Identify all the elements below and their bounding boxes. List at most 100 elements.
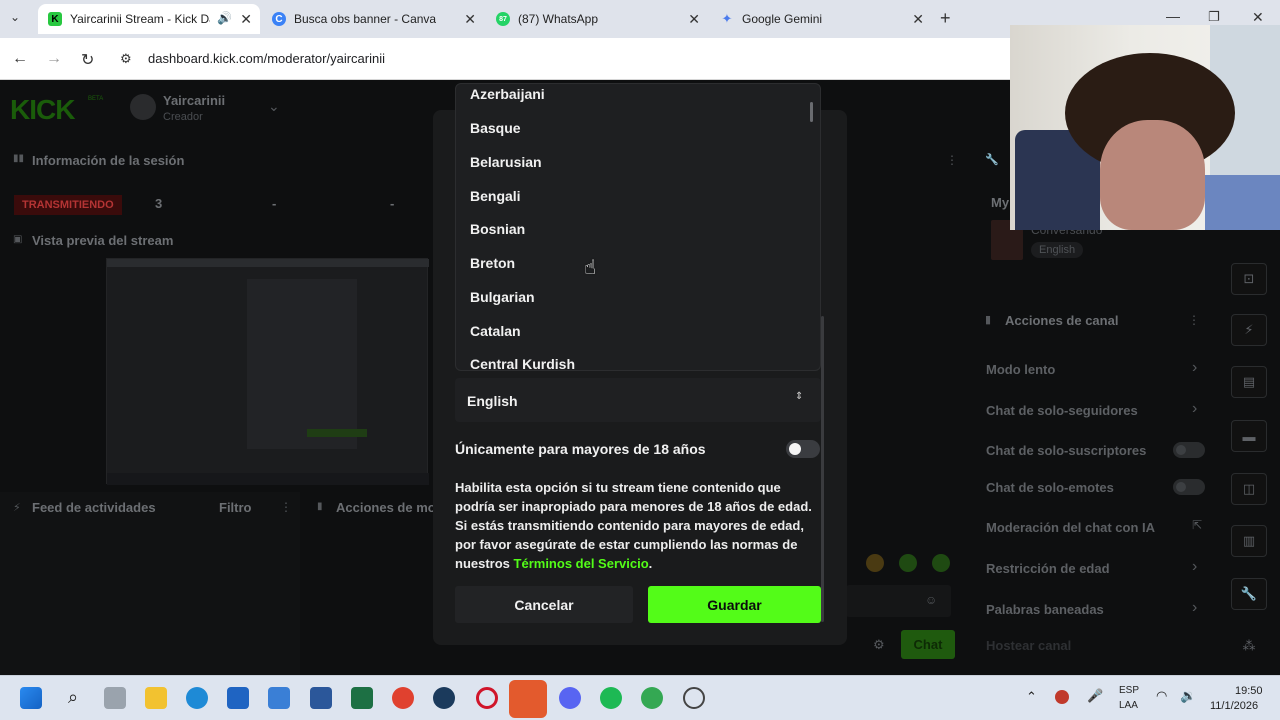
language-option[interactable]: Azerbaijani [470, 86, 545, 102]
dropdown-scrollbar[interactable] [810, 102, 813, 122]
clock-time[interactable]: 19:50 [1235, 685, 1263, 697]
emote-icon[interactable] [866, 554, 884, 572]
outlook-icon[interactable] [227, 687, 249, 709]
language-dropdown-list[interactable]: Azerbaijani Basque Belarusian Bengali Bo… [455, 83, 821, 371]
speaker-icon[interactable]: 🔊 [217, 11, 232, 25]
chat-bubble-icon[interactable]: ▬ [1231, 420, 1267, 452]
language-option[interactable]: Bosnian [470, 221, 525, 237]
subscribers-only-toggle[interactable] [1173, 442, 1205, 458]
external-link-icon[interactable]: ⇱ [1192, 518, 1202, 532]
chrome-icon[interactable] [392, 687, 414, 709]
action-age-restriction[interactable]: Restricción de edad [986, 561, 1110, 576]
restore-button[interactable]: ❐ [1208, 9, 1220, 25]
language-option[interactable]: Basque [470, 120, 521, 136]
feed-filter-button[interactable]: Filtro [219, 500, 252, 515]
action-emotes-only[interactable]: Chat de solo-emotes [986, 480, 1114, 495]
action-ai-moderation[interactable]: Moderación del chat con IA [986, 520, 1155, 535]
cancel-button[interactable]: Cancelar [455, 586, 633, 623]
feed-menu-icon[interactable]: ⋮ [280, 500, 292, 514]
save-button[interactable]: Guardar [648, 586, 821, 623]
excel-icon[interactable] [351, 687, 373, 709]
windows-taskbar: ⌕ ⌃ 🎤 ESP LAA ◠ 🔉 19:50 11/1/2026 [0, 675, 1280, 720]
terms-of-service-link[interactable]: Términos del Servicio [514, 556, 649, 571]
clock-date[interactable]: 11/1/2026 [1210, 700, 1258, 712]
toggle-knob [789, 443, 801, 455]
close-tab-icon[interactable]: ✕ [912, 11, 924, 28]
language-option[interactable]: Breton [470, 255, 515, 271]
tab-whatsapp[interactable]: 87 (87) WhatsApp ✕ [486, 4, 708, 34]
chevron-right-icon[interactable]: › [1192, 558, 1197, 576]
chrome-profile-icon[interactable] [641, 687, 663, 709]
chat-send-button[interactable]: Chat [901, 630, 955, 659]
wifi-icon[interactable]: ◠ [1156, 688, 1167, 704]
emoji-icon[interactable]: ☺ [925, 593, 937, 607]
opera-gx-icon[interactable] [476, 687, 498, 709]
tray-app-icon[interactable] [1055, 690, 1069, 704]
close-window-button[interactable]: ✕ [1252, 9, 1264, 26]
chat-settings-icon[interactable]: ⚙ [873, 637, 885, 653]
document-icon[interactable]: ▤ [1231, 366, 1267, 398]
task-view-icon[interactable] [104, 687, 126, 709]
search-icon[interactable]: ⌕ [62, 687, 84, 709]
action-followers-only[interactable]: Chat de solo-seguidores [986, 403, 1138, 418]
reload-icon[interactable]: ↻ [81, 50, 94, 70]
language-select[interactable]: English ⇕ [455, 378, 821, 422]
adult-content-toggle[interactable] [786, 440, 820, 458]
action-subscribers-only[interactable]: Chat de solo-suscriptores [986, 443, 1146, 458]
forward-icon[interactable]: → [46, 50, 62, 68]
close-tab-icon[interactable]: ✕ [240, 11, 252, 28]
language-option[interactable]: Central Kurdish [470, 356, 575, 370]
site-info-icon[interactable]: ⚙ [120, 51, 132, 67]
steam-icon[interactable] [433, 687, 455, 709]
edge-icon[interactable] [186, 687, 208, 709]
action-host-channel[interactable]: Hostear canal [986, 638, 1071, 653]
modal-scrollbar[interactable] [821, 316, 824, 622]
tab-kick-dashboard[interactable]: K Yaircarinii Stream - Kick Dashboard 🔊 … [38, 4, 260, 34]
channel-switch-chevron-icon[interactable]: ⌄ [268, 98, 280, 115]
tab-canva[interactable]: C Busca obs banner - Canva ✕ [262, 4, 484, 34]
back-icon[interactable]: ← [12, 50, 28, 68]
tray-chevron-icon[interactable]: ⌃ [1026, 689, 1037, 705]
obs-app-active[interactable] [509, 680, 547, 718]
tools-icon[interactable]: 🔧 [1231, 578, 1267, 610]
bolt-icon[interactable]: ⚡ [1231, 314, 1267, 346]
tab-gemini[interactable]: ✦ Google Gemini ✕ [710, 4, 932, 34]
action-banned-words[interactable]: Palabras baneadas [986, 602, 1104, 617]
url-field[interactable]: dashboard.kick.com/moderator/yaircarinii [148, 51, 385, 66]
settings-app-icon[interactable] [683, 687, 705, 709]
word-icon[interactable] [310, 687, 332, 709]
chevron-right-icon[interactable]: › [1192, 599, 1197, 617]
emote-icon[interactable] [932, 554, 950, 572]
layout-icon[interactable]: ▥ [1231, 525, 1267, 557]
file-explorer-icon[interactable] [145, 687, 167, 709]
action-slow-mode[interactable]: Modo lento [986, 362, 1055, 377]
language-option[interactable]: Bulgarian [470, 289, 535, 305]
camera-icon[interactable]: ⊡ [1231, 263, 1267, 295]
windows-start-icon[interactable] [20, 687, 42, 709]
chevron-right-icon[interactable]: › [1192, 400, 1197, 418]
input-language-top[interactable]: ESP [1119, 685, 1139, 696]
emote-icon[interactable] [899, 554, 917, 572]
language-option[interactable]: Belarusian [470, 154, 542, 170]
close-tab-icon[interactable]: ✕ [688, 11, 700, 28]
minimize-button[interactable]: — [1166, 8, 1180, 24]
audio-icon[interactable]: ◫ [1231, 473, 1267, 505]
tab-label: (87) WhatsApp [518, 12, 599, 26]
channel-actions-menu-icon[interactable]: ⋮ [1188, 313, 1200, 327]
emotes-only-toggle[interactable] [1173, 479, 1205, 495]
tab-list-button[interactable]: ⌄ [10, 10, 20, 24]
person-face [1100, 120, 1205, 230]
language-option[interactable]: Bengali [470, 188, 521, 204]
close-tab-icon[interactable]: ✕ [464, 11, 476, 28]
discord-icon[interactable] [559, 687, 581, 709]
chevron-right-icon[interactable]: › [1192, 359, 1197, 377]
microphone-icon[interactable]: 🎤 [1087, 688, 1103, 704]
input-language-bottom[interactable]: LAA [1119, 700, 1138, 711]
right-column-menu-icon[interactable]: ⋮ [946, 153, 958, 167]
language-option[interactable]: Catalan [470, 323, 521, 339]
spotify-icon[interactable] [600, 687, 622, 709]
store-icon[interactable] [268, 687, 290, 709]
volume-icon[interactable]: 🔉 [1180, 688, 1196, 704]
new-tab-button[interactable]: + [940, 8, 951, 29]
nodes-icon[interactable]: ⁂ [1231, 630, 1267, 662]
